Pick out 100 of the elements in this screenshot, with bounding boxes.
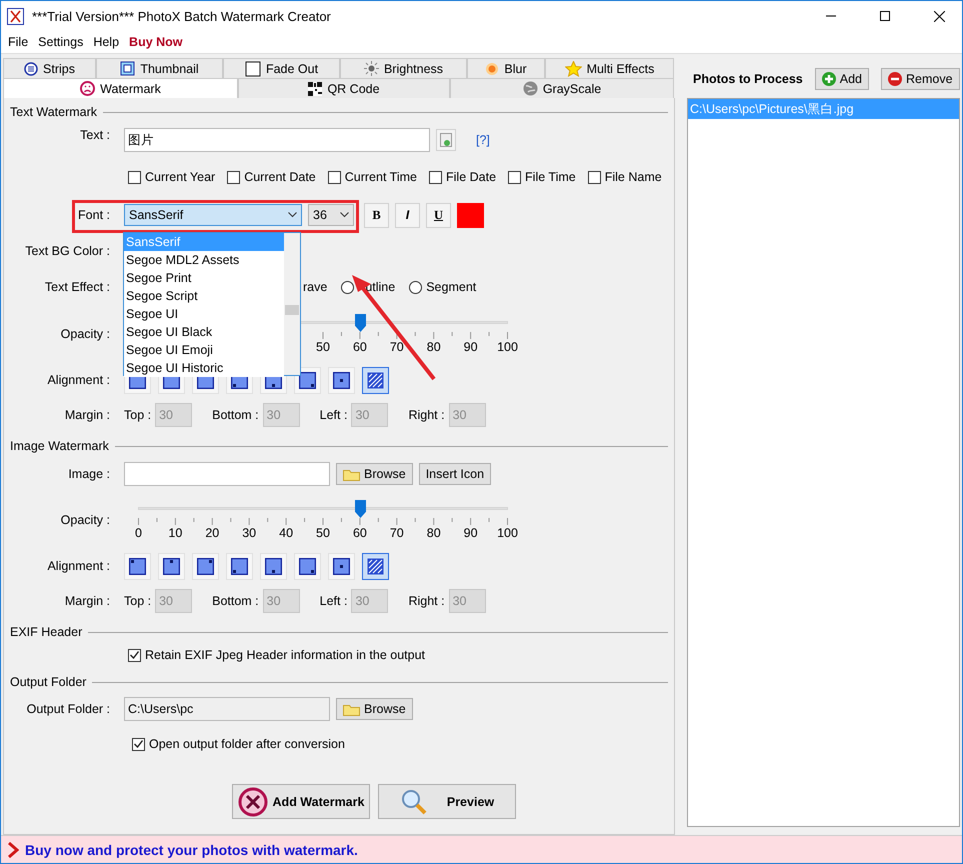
radio-label: rave [303, 280, 328, 294]
checkbox[interactable] [227, 170, 240, 184]
font-select[interactable]: SansSerif [124, 204, 302, 226]
menu-item[interactable]: Buy Now [124, 35, 188, 49]
plus-icon [822, 72, 836, 86]
tab[interactable]: Blur [467, 58, 545, 78]
checkbox[interactable] [588, 170, 601, 184]
remove-button[interactable]: Remove [881, 68, 960, 90]
frown-icon [80, 81, 96, 96]
menu-item[interactable]: File [3, 35, 34, 49]
checkbox-label: File Time [525, 170, 576, 184]
check-icon [130, 651, 139, 659]
preview-button[interactable]: Preview [378, 784, 516, 819]
folder-icon [343, 468, 360, 480]
add-watermark-button[interactable]: Add Watermark [232, 784, 370, 819]
tick-label: 50 [315, 340, 331, 354]
position-icon [333, 372, 350, 388]
field-label: Alignment : [46, 373, 111, 387]
checkbox[interactable] [128, 648, 141, 662]
tab[interactable]: QR Code [238, 78, 450, 98]
font-dropdown-menu[interactable]: SansSerif Segoe MDL2 Assets Segoe Print Segoe Script Segoe UI Segoe UI Black Segoe UI Emoji Segoe UI Historic [123, 232, 301, 376]
tab[interactable]: GrayScale [450, 78, 674, 98]
italic-button[interactable]: I [395, 202, 420, 228]
menu-item[interactable]: Settings [33, 35, 88, 49]
tick-label: 70 [388, 526, 405, 540]
minimize-icon [826, 15, 836, 17]
insert-icon-button[interactable]: Insert Icon [418, 463, 492, 485]
tick-label: 60 [352, 340, 368, 354]
radio-button[interactable] [341, 280, 354, 294]
position-icon [265, 558, 282, 574]
tab[interactable]: Brightness [340, 58, 467, 78]
glow-icon [485, 62, 500, 76]
panel-title: Photos to Process [693, 72, 803, 86]
field-label: Image : [67, 467, 111, 481]
field-label: Text BG Color : [24, 244, 111, 258]
minus-icon [888, 72, 902, 86]
checkbox[interactable] [328, 170, 341, 184]
position-icon [129, 558, 146, 574]
margin-label: Left : [320, 594, 348, 608]
position-icon [163, 558, 180, 574]
slider-thumb[interactable] [355, 500, 366, 518]
square-icon [244, 60, 261, 76]
square-icon [120, 61, 136, 76]
browse-button[interactable]: Browse [336, 698, 413, 720]
tick-label: 30 [241, 526, 258, 540]
tab[interactable]: Watermark [3, 78, 238, 98]
field-label: Output Folder : [26, 702, 111, 716]
size-select[interactable]: 36 [308, 204, 354, 226]
checkbox[interactable] [132, 738, 145, 750]
document-icon [440, 133, 452, 147]
tab[interactable]: Fade Out [223, 58, 340, 78]
image-path-field[interactable] [124, 462, 330, 486]
magnifier-icon [400, 788, 428, 816]
section-heading: Output Folder [10, 675, 86, 689]
margin-label: Left : [320, 408, 348, 422]
tick-label: 40 [278, 526, 294, 540]
tick-label: 80 [426, 340, 442, 354]
checkbox-label: Retain EXIF Jpeg Header information in the output [145, 648, 426, 662]
checkbox-label: File Date [446, 170, 496, 184]
margin-label: Right : [408, 594, 445, 608]
scrollbar[interactable] [284, 233, 300, 375]
menu-item[interactable]: Help [88, 35, 124, 49]
browse-button[interactable]: Browse [336, 463, 413, 485]
radio-button[interactable] [409, 280, 422, 294]
output-folder-field[interactable]: C:\Users\pc [124, 697, 330, 721]
tick-label: 80 [426, 526, 442, 540]
field-label: Alignment : [46, 559, 111, 573]
opacity-slider[interactable] [138, 500, 508, 518]
slider-thumb[interactable] [355, 314, 366, 332]
cross-icon [238, 786, 268, 816]
underline-button[interactable]: U [426, 202, 451, 228]
tick-label: 90 [462, 340, 479, 354]
tab[interactable]: Multi Effects [545, 58, 674, 78]
bold-button[interactable]: B [364, 202, 389, 228]
field-label: Opacity : [60, 513, 111, 527]
tab[interactable]: Thumbnail [96, 58, 223, 78]
fill-icon [367, 558, 384, 574]
section-heading: EXIF Header [10, 625, 82, 639]
close-icon [934, 10, 944, 22]
color-swatch[interactable] [457, 202, 484, 228]
checkbox-label: File Name [604, 170, 662, 184]
insert-button[interactable] [436, 129, 456, 151]
tick-label: 90 [462, 526, 479, 540]
checkbox[interactable] [429, 170, 442, 184]
help-link[interactable]: [?] [476, 133, 490, 147]
tick-label: 100 [496, 526, 519, 540]
tick-label: 20 [204, 526, 220, 540]
tick-label: 50 [315, 526, 331, 540]
position-icon [299, 558, 316, 574]
alignment-button[interactable] [362, 366, 389, 394]
field-label: Margin : [64, 408, 111, 422]
field-label: Font : [77, 208, 111, 222]
checkbox[interactable] [508, 170, 522, 184]
checkbox[interactable] [128, 170, 141, 184]
star-icon [564, 60, 582, 76]
add-button[interactable]: Add [814, 68, 869, 90]
radio-label: Segment [426, 280, 476, 294]
text-field[interactable]: 图片 [124, 128, 430, 152]
tab[interactable]: Strips [3, 58, 96, 78]
alignment-button[interactable] [362, 552, 389, 580]
